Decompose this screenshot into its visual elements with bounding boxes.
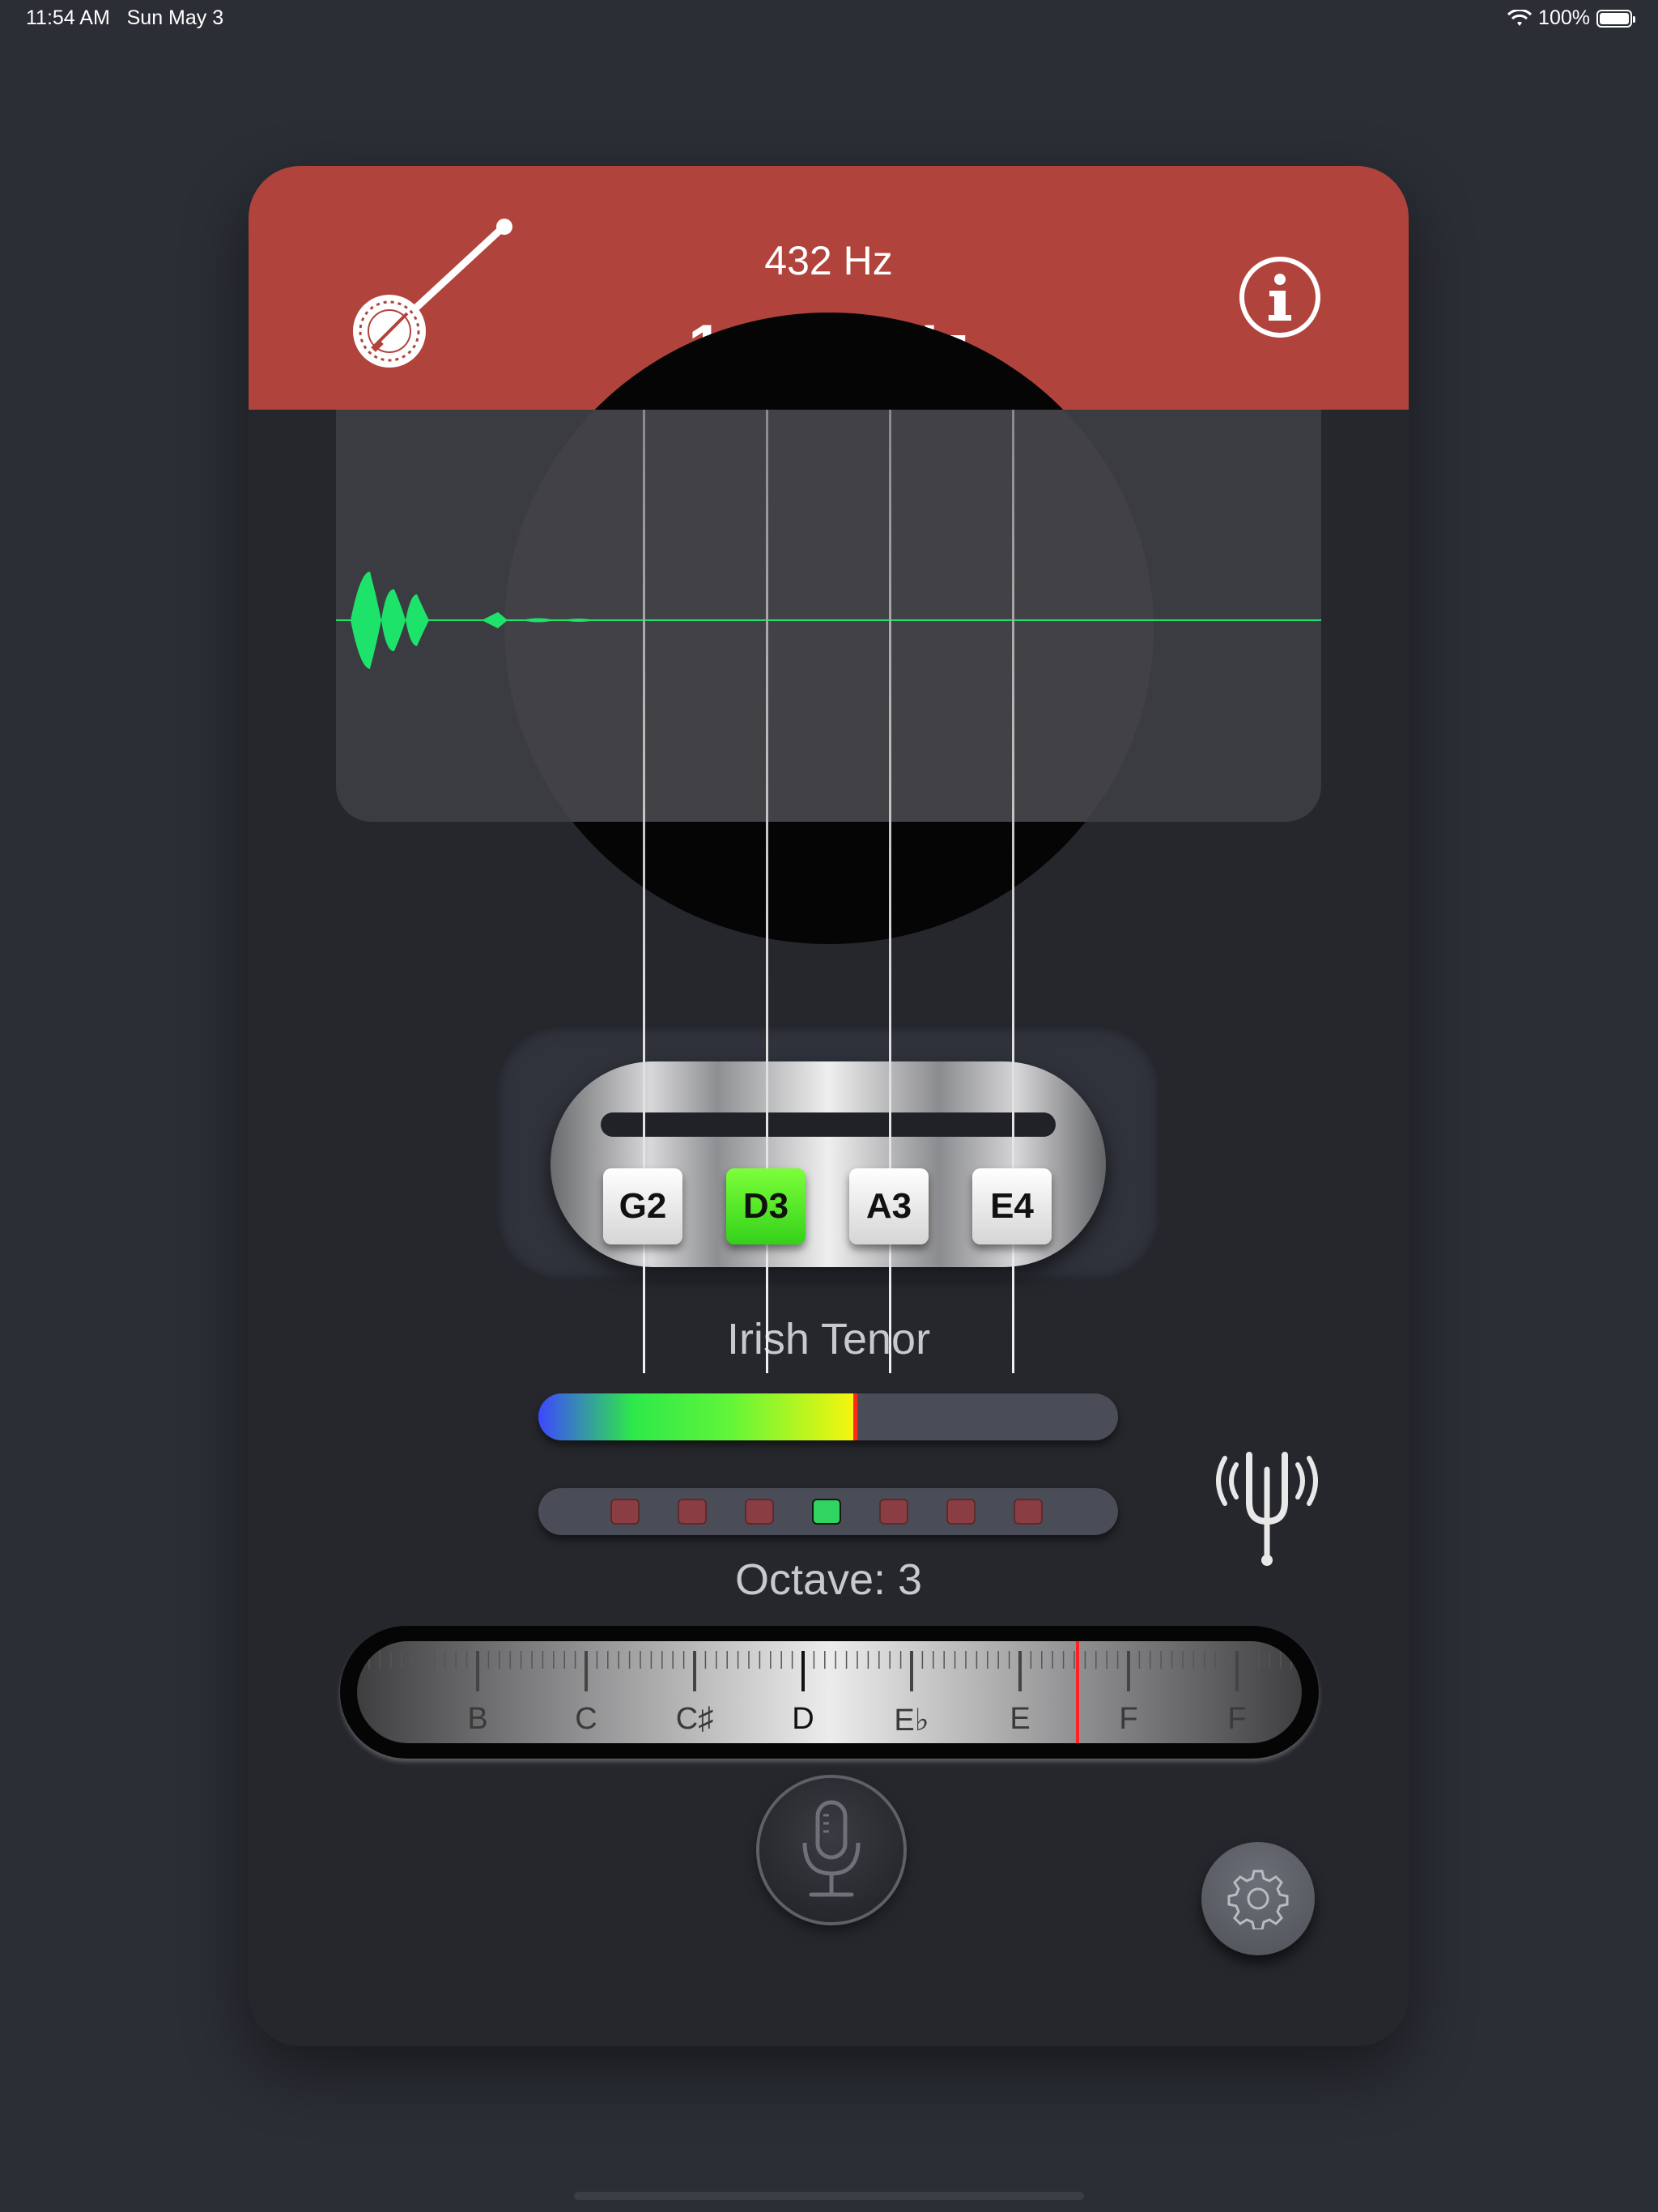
reference-frequency[interactable]: 432 Hz	[249, 237, 1409, 284]
status-right: 100%	[1507, 6, 1635, 30]
bridge-slot	[601, 1112, 1056, 1137]
pitch-needle	[1076, 1641, 1079, 1743]
tune-light	[745, 1499, 774, 1525]
tuning-fork-icon[interactable]	[1212, 1445, 1322, 1567]
gear-icon	[1227, 1870, 1289, 1929]
string-button-e4[interactable]: E4	[972, 1168, 1052, 1244]
scale-note-label: F	[1227, 1702, 1247, 1736]
scale-note-label: B	[467, 1702, 488, 1736]
tune-light	[610, 1499, 640, 1525]
scale-note-label: F	[1119, 1702, 1138, 1736]
battery-percent: 100%	[1538, 6, 1590, 29]
tune-light	[1014, 1499, 1043, 1525]
tune-light	[879, 1499, 908, 1525]
octave-label: Octave: 3	[734, 1555, 923, 1604]
home-indicator[interactable]	[574, 2192, 1084, 2200]
tune-light	[946, 1499, 976, 1525]
waveform-panel	[336, 410, 1321, 822]
battery-icon	[1596, 9, 1635, 28]
microphone-button[interactable]	[759, 1778, 903, 1922]
scale-note-label: C♯	[675, 1702, 714, 1736]
tuner-card: 432 Hz 146.80 Hz G2 D3 A3 E4 Irish Ten	[249, 166, 1409, 2046]
tune-light	[812, 1499, 841, 1525]
status-time-date: 11:54 AM Sun May 3	[26, 6, 223, 30]
level-meter	[538, 1393, 1118, 1440]
string-button-a3[interactable]: A3	[849, 1168, 929, 1244]
strobe-scale: B C C♯ D E♭ E F F	[357, 1641, 1302, 1743]
level-meter-fill	[538, 1393, 857, 1440]
waveform	[336, 572, 1321, 669]
tuning-name[interactable]: Irish Tenor	[249, 1314, 1409, 1364]
scale-note-label: D	[792, 1702, 814, 1736]
status-date: Sun May 3	[126, 6, 224, 29]
info-icon[interactable]	[1238, 255, 1322, 339]
scale-note-label: E♭	[894, 1704, 929, 1738]
scale-note-label: C	[575, 1702, 597, 1736]
string-button-d3[interactable]: D3	[726, 1168, 806, 1244]
tune-indicator-lights	[538, 1488, 1118, 1535]
string-button-g2[interactable]: G2	[603, 1168, 682, 1244]
scale-ticks	[368, 1651, 1302, 1691]
status-time: 11:54 AM	[26, 6, 110, 29]
tune-light	[678, 1499, 707, 1525]
microphone-icon	[802, 1800, 861, 1897]
wifi-icon	[1507, 9, 1533, 26]
settings-button[interactable]	[1201, 1842, 1315, 1955]
scale-note-label: E	[1010, 1702, 1031, 1736]
